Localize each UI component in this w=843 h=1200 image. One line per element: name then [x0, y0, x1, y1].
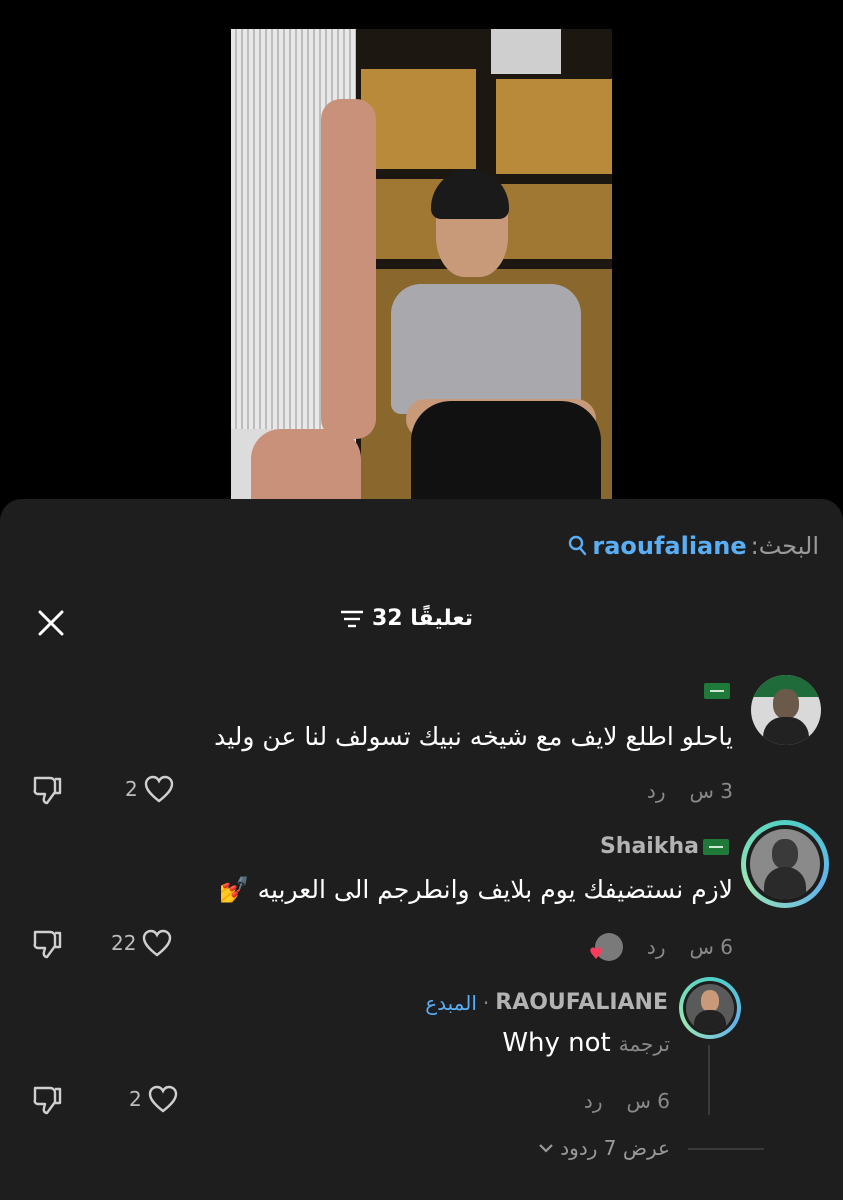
- avatar[interactable]: [751, 675, 821, 745]
- translate-link[interactable]: ترجمة: [619, 1032, 670, 1056]
- heart-badge-icon: ♥: [588, 944, 604, 963]
- comment-text: ياحلو اطلع لايف مع شيخه نبيك تسولف لنا ع…: [214, 722, 733, 751]
- avatar[interactable]: [679, 977, 741, 1039]
- search-icon: [569, 535, 587, 556]
- reply-body: ترجمة Why not: [502, 1028, 670, 1058]
- view-replies-label: عرض 7 ردود: [560, 1136, 670, 1160]
- comment-meta: 3 س رد: [647, 779, 733, 803]
- reply-author[interactable]: RAOUFALIANE · المبدع: [425, 990, 668, 1015]
- saudi-flag-icon: [703, 838, 729, 855]
- comment-time: 6 س: [689, 935, 733, 959]
- dislike-icon[interactable]: [30, 927, 64, 961]
- view-replies-button[interactable]: عرض 7 ردود: [538, 1136, 670, 1160]
- heart-icon: [144, 775, 173, 803]
- reply-meta: 6 س رد: [584, 1089, 670, 1113]
- saudi-flag-icon: [704, 683, 730, 699]
- creator-badge: المبدع: [425, 990, 477, 1015]
- heart-icon: [143, 929, 172, 957]
- comment-username[interactable]: Shaikha: [600, 834, 729, 859]
- like-count: 2: [125, 777, 138, 801]
- dislike-icon[interactable]: [30, 1083, 64, 1117]
- comments-count-header[interactable]: 32 تعليقًا: [340, 606, 473, 631]
- like-button[interactable]: 22: [111, 929, 172, 957]
- separator-dot: ·: [482, 990, 490, 1015]
- view-replies-divider: [688, 1148, 764, 1150]
- comments-count: 32 تعليقًا: [372, 606, 474, 631]
- creator-liked-avatar: ♥: [589, 933, 623, 963]
- comment-meta: 6 س رد ♥: [589, 933, 733, 963]
- search-suggestion[interactable]: البحث: raoufaliane: [568, 532, 819, 560]
- chevron-down-icon: [539, 1144, 554, 1153]
- reply-thread-line: [708, 1045, 710, 1115]
- reply-time: 6 س: [626, 1089, 670, 1113]
- like-count: 22: [111, 931, 137, 955]
- sort-icon[interactable]: [340, 609, 364, 629]
- search-query[interactable]: raoufaliane: [592, 532, 746, 560]
- like-button[interactable]: 2: [125, 775, 174, 803]
- video-preview[interactable]: [231, 29, 612, 499]
- like-count: 2: [129, 1087, 142, 1111]
- reply-button[interactable]: رد: [647, 935, 666, 959]
- reply-button[interactable]: رد: [647, 779, 666, 803]
- dislike-icon[interactable]: [30, 773, 64, 807]
- username-text: Shaikha: [599, 834, 699, 859]
- reply-button[interactable]: رد: [584, 1089, 603, 1113]
- close-icon[interactable]: [36, 608, 66, 638]
- comment-time: 3 س: [689, 779, 733, 803]
- reply-text: Why not: [502, 1028, 611, 1058]
- reply-username: RAOUFALIANE: [495, 990, 668, 1015]
- like-button[interactable]: 2: [129, 1085, 178, 1113]
- comment-text: لازم نستضيفك يوم بلايف وانطرجم الى العرب…: [218, 875, 733, 904]
- search-label: البحث:: [750, 532, 819, 560]
- avatar[interactable]: [741, 820, 829, 908]
- heart-icon: [148, 1085, 177, 1113]
